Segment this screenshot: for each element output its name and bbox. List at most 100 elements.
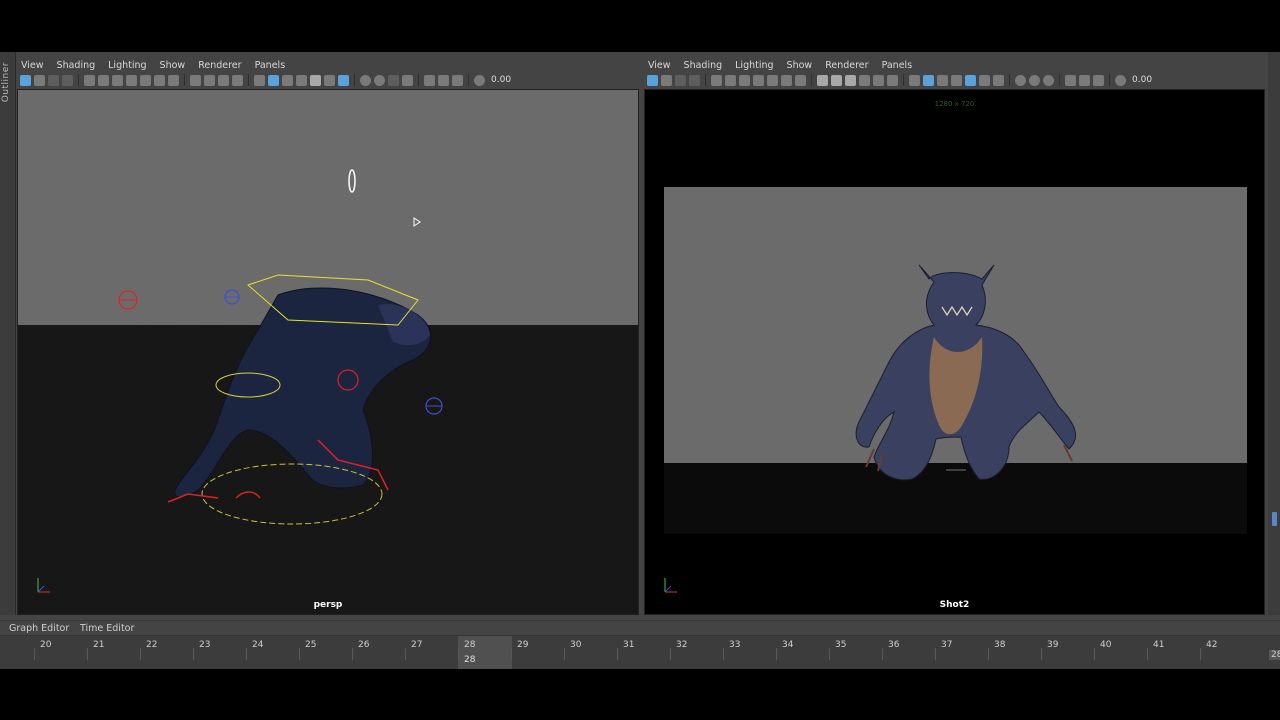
field-chart-toggle-icon[interactable] xyxy=(859,74,870,86)
film-gate-toggle-icon[interactable] xyxy=(831,74,842,86)
wireframe-icon[interactable] xyxy=(909,74,920,86)
safe-action-icon[interactable] xyxy=(781,74,792,86)
default-material-icon[interactable] xyxy=(218,74,229,86)
exposure-icon[interactable] xyxy=(1115,74,1126,86)
menu-lighting[interactable]: Lighting xyxy=(735,60,773,71)
menu-shading[interactable]: Shading xyxy=(57,60,96,71)
end-frame-field[interactable]: 28 xyxy=(1269,650,1280,660)
safe-title-icon[interactable] xyxy=(795,74,806,86)
field-chart-icon[interactable] xyxy=(767,74,778,86)
film-gate-icon[interactable] xyxy=(725,74,736,86)
depth-of-field-icon[interactable] xyxy=(1043,74,1054,86)
wireframe-on-shaded-icon[interactable] xyxy=(232,74,243,86)
menu-view[interactable]: View xyxy=(648,60,671,71)
gate-mask-toggle-icon[interactable] xyxy=(845,74,856,86)
resolution-gate-icon[interactable] xyxy=(739,74,750,86)
ambient-occlusion-icon[interactable] xyxy=(338,74,349,86)
backface-culling-icon[interactable] xyxy=(452,74,463,86)
anti-aliasing-icon[interactable] xyxy=(374,74,385,86)
motion-blur-icon[interactable] xyxy=(1015,74,1026,86)
textured-icon[interactable] xyxy=(951,74,962,86)
toolbar-separator xyxy=(248,74,249,86)
isolate-select-icon[interactable] xyxy=(402,74,413,86)
field-chart-icon[interactable] xyxy=(140,74,151,86)
frame-tick-label: 28 xyxy=(464,640,476,650)
exposure-field[interactable]: 0.00 xyxy=(1132,75,1152,85)
textured-icon[interactable] xyxy=(282,74,293,86)
exposure-field[interactable]: 0.00 xyxy=(491,75,511,85)
toolbar-separator xyxy=(354,74,355,86)
menu-renderer[interactable]: Renderer xyxy=(198,60,241,71)
camera-attributes-icon[interactable] xyxy=(34,74,45,86)
frame-tick-label: 40 xyxy=(1100,640,1112,650)
bookmark-icon[interactable] xyxy=(48,74,59,86)
menu-lighting[interactable]: Lighting xyxy=(108,60,146,71)
anti-aliasing-icon[interactable] xyxy=(1029,74,1040,86)
tab-time-editor[interactable]: Time Editor xyxy=(80,623,134,634)
grid-icon[interactable] xyxy=(711,74,722,86)
gate-mask-icon[interactable] xyxy=(753,74,764,86)
light-icon[interactable] xyxy=(324,74,335,86)
frame-tick-label: 29 xyxy=(517,640,529,650)
locator-icon[interactable] xyxy=(348,169,356,193)
frame-tick-line xyxy=(935,648,936,660)
camera-attributes-icon[interactable] xyxy=(661,74,672,86)
side-scroll-handle[interactable] xyxy=(1272,512,1277,526)
resolution-gate-toggle-icon[interactable] xyxy=(817,74,828,86)
xray-icon[interactable] xyxy=(1079,74,1090,86)
perspective-viewport[interactable]: persp xyxy=(17,89,639,615)
depth-of-field-icon[interactable] xyxy=(388,74,399,86)
use-all-lights-icon[interactable] xyxy=(296,74,307,86)
menu-panels[interactable]: Panels xyxy=(255,60,286,71)
outliner-toggle[interactable]: Outliner xyxy=(0,52,16,615)
shadows-icon[interactable] xyxy=(310,74,321,86)
use-all-lights-icon[interactable] xyxy=(965,74,976,86)
safe-title-toggle-icon[interactable] xyxy=(887,74,898,86)
exposure-icon[interactable] xyxy=(474,74,485,86)
grid-toggle-icon[interactable] xyxy=(254,74,265,86)
xray-joints-icon[interactable] xyxy=(438,74,449,86)
menu-renderer[interactable]: Renderer xyxy=(825,60,868,71)
gate-mask-icon[interactable] xyxy=(126,74,137,86)
safe-action-toggle-icon[interactable] xyxy=(873,74,884,86)
film-gate-icon[interactable] xyxy=(98,74,109,86)
smooth-shade-icon[interactable] xyxy=(204,74,215,86)
grid-icon[interactable] xyxy=(84,74,95,86)
wireframe-icon[interactable] xyxy=(190,74,201,86)
frame-tick-label: 32 xyxy=(676,640,688,650)
bottom-editor-tabs: Graph Editor Time Editor xyxy=(0,620,1280,636)
current-frame-label: 28 xyxy=(464,655,476,665)
camera-locator-icon[interactable] xyxy=(413,217,421,227)
default-material-icon[interactable] xyxy=(937,74,948,86)
light-icon[interactable] xyxy=(993,74,1004,86)
frame-tick-line xyxy=(564,648,565,660)
select-camera-icon[interactable] xyxy=(20,74,31,86)
menu-shading[interactable]: Shading xyxy=(684,60,723,71)
tab-graph-editor[interactable]: Graph Editor xyxy=(9,623,69,634)
bookmark-icon[interactable] xyxy=(675,74,686,86)
image-plane-icon[interactable] xyxy=(689,74,700,86)
motion-blur-icon[interactable] xyxy=(360,74,371,86)
menu-show[interactable]: Show xyxy=(787,60,813,71)
shot-camera-viewport[interactable]: 1280 x 720 Shot2 xyxy=(644,89,1265,615)
frame-tick-line xyxy=(193,648,194,660)
time-slider[interactable]: 20 21 22 23 24 25 26 27 28 29 30 31 32 33 34 35 36 37 38 39… xyxy=(0,635,1280,669)
xray-icon[interactable] xyxy=(424,74,435,86)
safe-title-icon[interactable] xyxy=(168,74,179,86)
shadows-icon[interactable] xyxy=(979,74,990,86)
isolate-select-icon[interactable] xyxy=(1065,74,1076,86)
menu-show[interactable]: Show xyxy=(160,60,186,71)
shaded-icon[interactable] xyxy=(268,74,279,86)
select-camera-icon[interactable] xyxy=(647,74,658,86)
resolution-gate-icon[interactable] xyxy=(112,74,123,86)
xray-joints-icon[interactable] xyxy=(1093,74,1104,86)
frame-tick-line xyxy=(299,648,300,660)
smooth-shade-icon[interactable] xyxy=(923,74,934,86)
frame-tick-line xyxy=(34,648,35,660)
frame-tick-label: 38 xyxy=(994,640,1006,650)
menu-view[interactable]: View xyxy=(21,60,44,71)
menu-panels[interactable]: Panels xyxy=(882,60,913,71)
frame-tick-line xyxy=(776,648,777,660)
image-plane-icon[interactable] xyxy=(62,74,73,86)
safe-action-icon[interactable] xyxy=(154,74,165,86)
